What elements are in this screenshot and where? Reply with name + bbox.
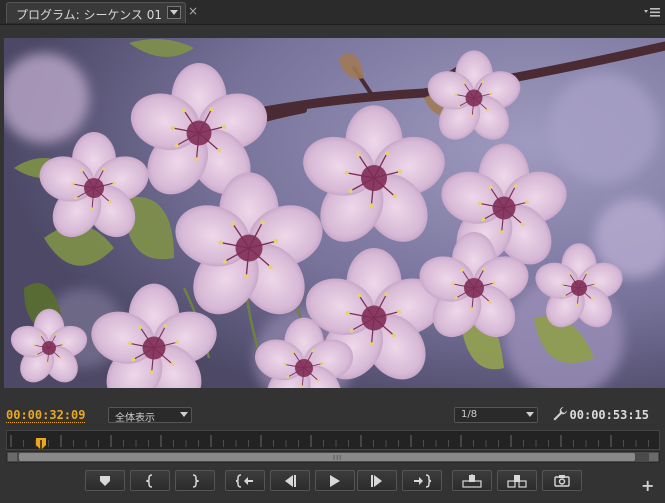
mark-in-button[interactable] xyxy=(130,470,170,491)
scroll-grip-icon: III xyxy=(333,454,343,462)
go-to-in-icon xyxy=(236,473,253,488)
chevron-down-icon xyxy=(180,412,188,417)
wrench-icon[interactable] xyxy=(552,406,568,426)
play-icon xyxy=(330,474,340,487)
step-forward-icon xyxy=(371,474,382,487)
play-button[interactable] xyxy=(315,470,355,491)
add-marker-button[interactable] xyxy=(85,470,125,491)
mark-out-button[interactable] xyxy=(175,470,215,491)
time-ruler[interactable] xyxy=(6,430,660,450)
export-frame-button[interactable] xyxy=(542,470,582,491)
ruler-ticks xyxy=(10,435,649,447)
step-back-icon xyxy=(285,474,296,487)
current-timecode[interactable]: 00:00:32:09 xyxy=(6,408,86,423)
lift-icon xyxy=(462,473,482,488)
cherry-blossom-image xyxy=(4,38,665,388)
mark-in-icon xyxy=(146,473,153,488)
program-video-frame[interactable] xyxy=(4,38,665,388)
button-editor-add-button[interactable]: + xyxy=(641,476,654,495)
scroll-right-handle[interactable] xyxy=(649,453,658,461)
panel-tab-bar: プログラム: シーケンス 01 × xyxy=(0,0,665,25)
lift-button[interactable] xyxy=(452,470,492,491)
program-monitor-tab[interactable]: プログラム: シーケンス 01 xyxy=(6,2,186,23)
zoom-level-value: 全体表示 xyxy=(115,413,155,424)
playback-resolution-select[interactable]: 1/8 xyxy=(454,407,538,423)
go-to-out-icon xyxy=(414,473,431,488)
chevron-down-icon xyxy=(526,412,534,417)
camera-icon xyxy=(554,474,570,487)
tab-dropdown-icon[interactable] xyxy=(167,6,181,19)
sequence-duration: 00:00:53:15 xyxy=(569,408,649,422)
marker-icon xyxy=(100,475,110,486)
go-to-out-button[interactable] xyxy=(402,470,442,491)
scroll-thumb[interactable]: III xyxy=(19,453,635,462)
timeline-scrollbar[interactable]: III xyxy=(6,451,660,463)
mark-out-icon xyxy=(192,473,199,488)
playback-resolution-value: 1/8 xyxy=(461,409,478,420)
extract-icon xyxy=(507,474,527,488)
step-forward-button[interactable] xyxy=(357,470,397,491)
go-to-in-button[interactable] xyxy=(225,470,265,491)
step-back-button[interactable] xyxy=(270,470,310,491)
tab-title: プログラム: シーケンス 01 xyxy=(16,8,162,22)
scroll-left-handle[interactable] xyxy=(8,453,17,461)
zoom-level-select[interactable]: 全体表示 xyxy=(108,407,192,424)
extract-button[interactable] xyxy=(497,470,537,491)
close-tab-icon[interactable]: × xyxy=(188,4,198,18)
panel-menu-icon[interactable] xyxy=(643,4,661,18)
